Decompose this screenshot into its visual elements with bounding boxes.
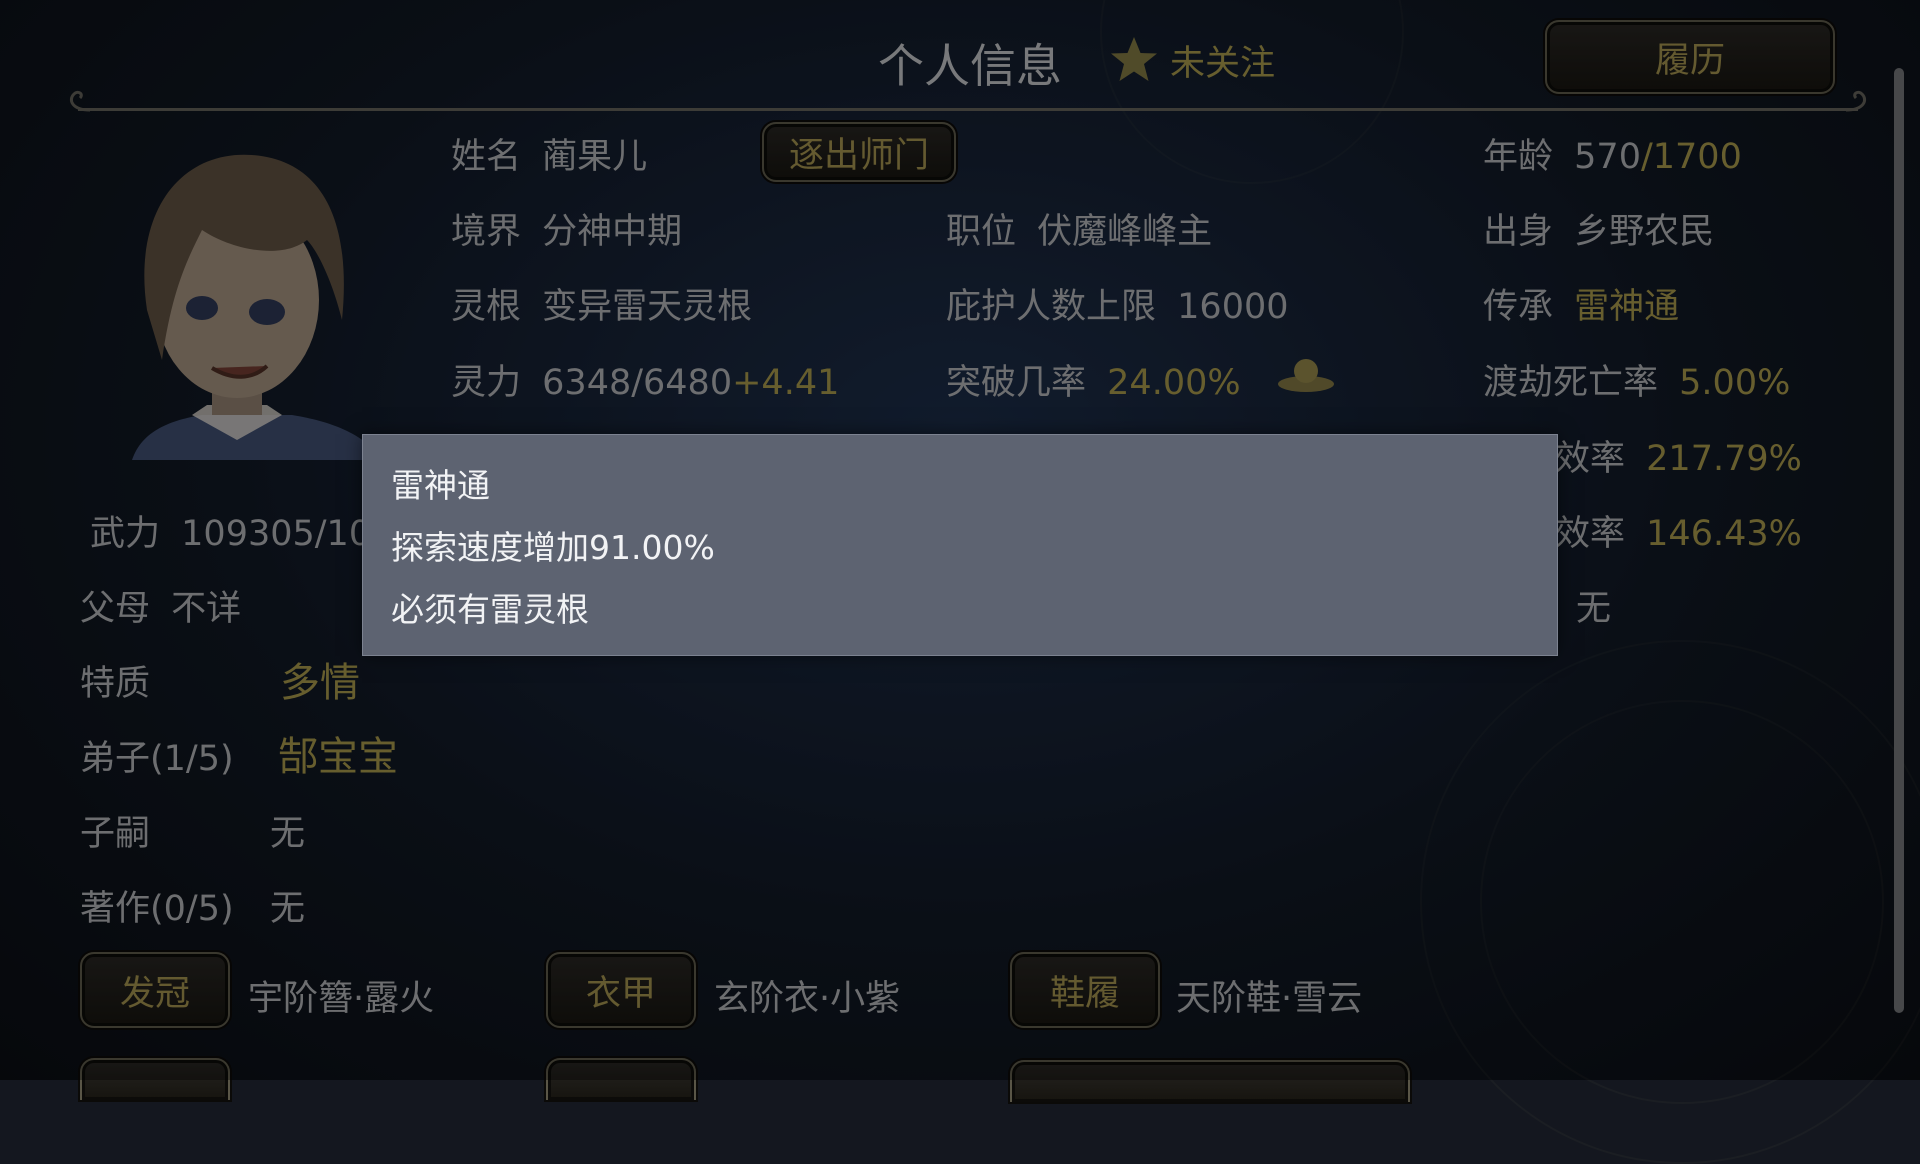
- tooltip-line-2: 必须有雷灵根: [391, 590, 589, 629]
- tooltip-title: 雷神通: [391, 466, 490, 505]
- tooltip-line-1: 探索速度增加91.00%: [391, 528, 715, 567]
- inheritance-tooltip: 雷神通 探索速度增加91.00% 必须有雷灵根: [362, 434, 1558, 656]
